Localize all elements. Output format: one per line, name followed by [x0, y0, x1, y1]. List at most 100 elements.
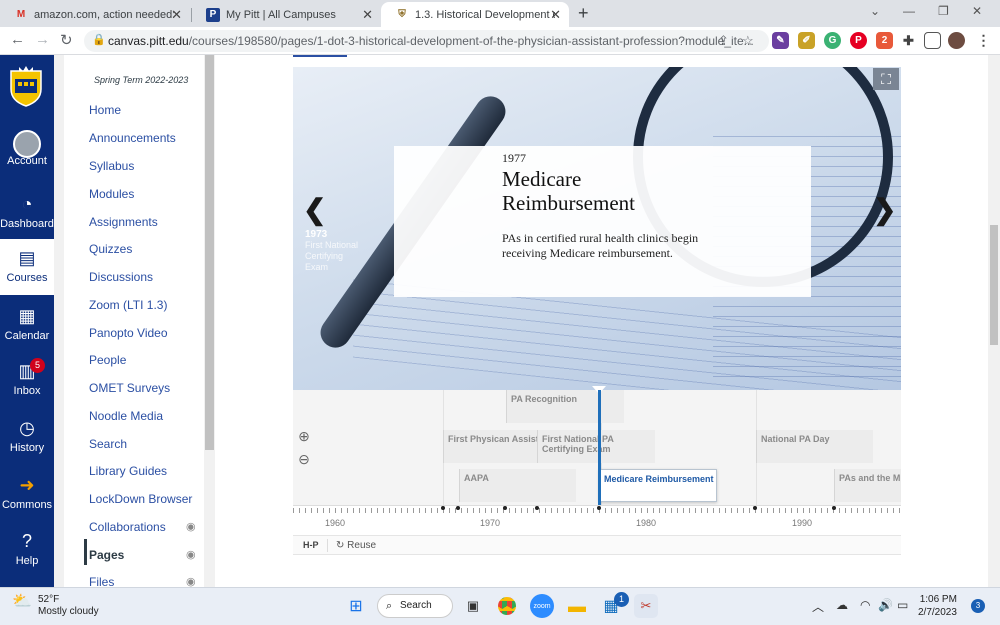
close-icon[interactable]: ✕	[362, 7, 373, 23]
nav-label: Courses	[6, 272, 48, 284]
snipping-tool-icon[interactable]: ✂	[634, 594, 658, 618]
tab-search-icon[interactable]: ⌄	[870, 4, 880, 18]
nav-commons[interactable]: ➜ Commons	[0, 474, 54, 511]
chevron-up-icon[interactable]: ︿	[812, 598, 824, 615]
nav-dashboard[interactable]: ◔ Dashboard	[0, 193, 54, 230]
file-explorer-icon[interactable]: ▬	[565, 594, 589, 618]
zoom-in-icon[interactable]: ⊕	[293, 425, 315, 447]
ruler-label: 1980	[636, 518, 657, 528]
timeline-event[interactable]: National PA Day	[756, 430, 873, 463]
nav-label: Help	[15, 555, 39, 567]
course-nav-assignments[interactable]: Assignments	[89, 215, 158, 229]
course-nav-collaborations[interactable]: Collaborations	[89, 520, 166, 534]
lock-icon: 🔒	[92, 34, 106, 46]
close-icon[interactable]: ✕	[550, 7, 561, 23]
browser-tab-mypitt[interactable]: P My Pitt | All Campuses ✕	[192, 2, 381, 27]
back-icon[interactable]: ←	[10, 31, 25, 48]
course-nav-people[interactable]: People	[89, 353, 126, 367]
course-nav-discussions[interactable]: Discussions	[89, 270, 153, 284]
course-nav-omet-surveys[interactable]: OMET Surveys	[89, 381, 170, 395]
browser-tab-canvas[interactable]: ⛨ 1.3. Historical Development of th ✕	[381, 2, 569, 27]
course-nav-lockdown-browser[interactable]: LockDown Browser	[89, 492, 192, 506]
pinterest-icon[interactable]: P	[850, 32, 867, 49]
timeline-event[interactable]: First National PA Certifying Exam	[537, 430, 655, 463]
notification-badge[interactable]: 3	[971, 599, 985, 613]
onedrive-cloud-icon[interactable]: ☁	[836, 598, 848, 612]
battery-icon[interactable]: ▭	[897, 598, 908, 612]
nav-inbox[interactable]: ▥ 5 Inbox	[0, 358, 54, 397]
nav-history[interactable]: ◷ History	[0, 417, 54, 454]
nav-label: Dashboard	[0, 218, 54, 230]
reuse-button[interactable]: ↻ Reuse	[336, 540, 376, 551]
reload-icon[interactable]: ↻	[60, 31, 73, 49]
task-view-icon[interactable]: ▣	[461, 594, 485, 618]
previous-slide-arrow-icon[interactable]: ❮	[303, 193, 326, 226]
h5p-footer: H-P ↻ Reuse	[293, 535, 901, 555]
course-nav-zoom[interactable]: Zoom (LTI 1.3)	[89, 298, 167, 312]
extension-pen-icon[interactable]: ✎	[772, 32, 789, 49]
previous-slide-label[interactable]: 1973 First National Certifying Exam	[305, 229, 365, 273]
course-nav-modules[interactable]: Modules	[89, 187, 134, 201]
close-window-icon[interactable]: ✕	[972, 4, 982, 18]
timeline-event[interactable]: PAs and the Mil	[834, 469, 901, 502]
timeline-event[interactable]: AAPA	[459, 469, 576, 502]
tab-title: My Pitt | All Campuses	[226, 8, 336, 21]
menu-kebab-icon[interactable]: ⋮	[975, 32, 992, 49]
chrome-icon[interactable]	[495, 594, 519, 618]
bookmark-star-icon[interactable]: ☆	[742, 33, 754, 49]
course-nav-scroll-thumb[interactable]	[205, 55, 214, 450]
timeline-event-selected[interactable]: Medicare Reimbursement	[599, 469, 717, 502]
extension-grammarly-icon[interactable]: G	[824, 32, 841, 49]
close-icon[interactable]: ✕	[171, 7, 182, 23]
profile-avatar[interactable]	[948, 32, 965, 49]
timeline-event[interactable]: First Physican Assist	[443, 430, 537, 463]
ruler-label: 1960	[325, 518, 346, 528]
extension-feather-icon[interactable]: ✐	[798, 32, 815, 49]
course-nav-quizzes[interactable]: Quizzes	[89, 242, 132, 256]
course-nav-pages[interactable]: Pages	[89, 548, 124, 562]
taskbar-search[interactable]: ⌕ Search	[377, 594, 453, 618]
extensions-puzzle-icon[interactable]: ✚	[900, 32, 917, 49]
tab-title: 1.3. Historical Development of th	[415, 8, 555, 21]
next-slide-arrow-icon[interactable]: ❯	[873, 193, 896, 226]
course-nav-home[interactable]: Home	[89, 103, 121, 117]
browser-tab-gmail[interactable]: M amazon.com, action needed: Sig ✕	[0, 2, 190, 27]
nav-calendar[interactable]: ▦ Calendar	[0, 305, 54, 342]
pitt-shield-logo[interactable]	[9, 65, 43, 107]
page-scroll-thumb[interactable]	[990, 225, 998, 345]
nav-account[interactable]: Account	[0, 130, 54, 167]
course-navigation: Spring Term 2022-2023 Home Announcements…	[64, 55, 204, 589]
system-clock[interactable]: 1:06 PM 2/7/2023	[918, 593, 957, 619]
restore-icon[interactable]: ❐	[938, 4, 949, 18]
volume-icon[interactable]: 🔊	[878, 598, 893, 612]
new-tab-button[interactable]: +	[578, 3, 589, 24]
side-panel-icon[interactable]	[924, 32, 941, 49]
extension-badge-icon[interactable]: 2	[876, 32, 893, 49]
share-icon[interactable]: ⇪	[718, 33, 729, 49]
courses-icon: ▤	[18, 248, 36, 268]
cloud-icon: ⛅	[12, 593, 32, 610]
nav-courses[interactable]: ▤ Courses	[0, 239, 54, 295]
course-nav-announcements[interactable]: Announcements	[89, 131, 176, 145]
zoom-app-icon[interactable]: zoom	[530, 594, 554, 618]
nav-help[interactable]: ? Help	[0, 530, 54, 567]
course-nav-syllabus[interactable]: Syllabus	[89, 159, 134, 173]
course-nav-library-guides[interactable]: Library Guides	[89, 464, 167, 478]
store-badge: 1	[614, 592, 629, 607]
slide-headline: Medicare Reimbursement	[502, 167, 635, 215]
course-nav-search[interactable]: Search	[89, 437, 127, 451]
inbox-badge: 5	[30, 358, 45, 373]
h5p-logo[interactable]: H-P	[303, 540, 319, 550]
fullscreen-icon[interactable]: ⛶	[873, 68, 899, 90]
zoom-out-icon[interactable]: ⊖	[293, 448, 315, 470]
course-nav-panopto[interactable]: Panopto Video	[89, 326, 168, 340]
windows-start-icon[interactable]: ⊞	[344, 594, 368, 618]
timeline-event[interactable]: PA Recognition	[506, 390, 624, 423]
forward-icon[interactable]: →	[35, 31, 50, 48]
minimize-icon[interactable]: —	[903, 4, 915, 18]
global-nav-scrollbar[interactable]	[54, 55, 64, 587]
course-nav-noodle-media[interactable]: Noodle Media	[89, 409, 163, 423]
url-bar[interactable]: 🔒 canvas.pitt.edu/courses/198580/pages/1…	[84, 30, 769, 52]
tab-title: amazon.com, action needed: Sig	[34, 8, 174, 21]
wifi-icon[interactable]: ◠	[860, 598, 870, 612]
